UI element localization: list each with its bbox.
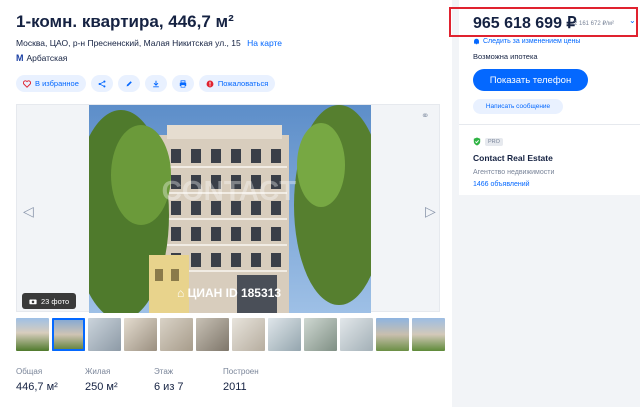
fact-built-year: Построен 2011 <box>223 367 292 393</box>
next-photo-button[interactable]: ▷ <box>425 203 436 220</box>
agent-name[interactable]: Contact Real Estate <box>473 153 553 163</box>
fact-label: Построен <box>223 367 259 376</box>
verified-shield-icon <box>473 137 481 146</box>
listing-main: 1-комн. квартира, 446,7 м² Москва, ЦАО, … <box>0 0 452 407</box>
complain-button[interactable]: Пожаловаться <box>198 75 276 92</box>
thumbnail[interactable] <box>376 318 409 351</box>
camera-icon <box>29 299 37 304</box>
thumbnail[interactable] <box>124 318 157 351</box>
prev-photo-button[interactable]: ◁ <box>23 203 34 220</box>
share-icon <box>98 80 106 87</box>
bell-icon <box>474 38 479 45</box>
map-link[interactable]: На карте <box>247 38 282 48</box>
fact-label: Жилая <box>85 367 111 376</box>
photo-count: 23 фото <box>41 296 70 306</box>
fact-value: 250 м² <box>85 381 118 393</box>
download-icon <box>153 80 159 87</box>
warning-icon <box>206 80 214 87</box>
edit-button[interactable] <box>117 75 140 92</box>
price-card: 965 618 699 ₽ 2 161 672 ₽/м² ⌄ Следить з… <box>459 0 640 195</box>
favorite-label: В избранное <box>35 79 79 88</box>
pro-badge: PRO <box>485 137 503 146</box>
thumbnail[interactable] <box>196 318 229 351</box>
cian-watermark: ⌂ ЦИАН ID 185313 <box>177 286 281 300</box>
address-text: Москва, ЦАО, р-н Пресненский, Малая Ники… <box>16 38 241 48</box>
fact-value: 446,7 м² <box>16 381 58 393</box>
sidebar: 965 618 699 ₽ 2 161 672 ₽/м² ⌄ Следить з… <box>459 0 640 407</box>
action-bar: В избранное Пожаловаться <box>16 75 276 92</box>
thumbnail[interactable] <box>160 318 193 351</box>
fact-floor: Этаж 6 из 7 <box>154 367 223 393</box>
price-value: 965 618 699 ₽ <box>473 15 577 32</box>
fact-value: 2011 <box>223 381 247 393</box>
download-button[interactable] <box>144 75 167 92</box>
fact-label: Общая <box>16 367 43 376</box>
thumbnail[interactable] <box>16 318 49 351</box>
pro-row: PRO <box>473 137 503 146</box>
building-photo: CONTACT ⌂ ЦИАН ID 185313 <box>89 105 371 313</box>
agent-card: PRO Contact Real Estate Агентство недвиж… <box>459 124 640 195</box>
thumbnail[interactable] <box>340 318 373 351</box>
thumbnail[interactable] <box>88 318 121 351</box>
pencil-icon <box>126 80 132 86</box>
metro-station: M Арбатская <box>16 53 67 63</box>
fact-value: 6 из 7 <box>154 381 184 393</box>
thumbnail[interactable] <box>232 318 265 351</box>
key-facts: Общая 446,7 м² Жилая 250 м² Этаж 6 из 7 … <box>16 367 292 393</box>
printer-icon <box>179 79 187 88</box>
agency-watermark: CONTACT <box>162 175 297 206</box>
link-icon[interactable]: ⚭ <box>421 111 429 122</box>
follow-price-link[interactable]: Следить за изменением цены <box>473 38 580 45</box>
photo-gallery: CONTACT ⌂ ЦИАН ID 185313 ◁ ▷ ⚭ 23 фото <box>16 104 440 313</box>
favorite-button[interactable]: В избранное <box>16 75 86 92</box>
fact-living-area: Жилая 250 м² <box>85 367 154 393</box>
thumbnail[interactable] <box>304 318 337 351</box>
agent-listings-link[interactable]: 1466 объявлений <box>473 181 530 188</box>
print-button[interactable] <box>171 75 194 92</box>
page-title: 1-комн. квартира, 446,7 м² <box>16 12 234 31</box>
photo-count-badge[interactable]: 23 фото <box>22 293 77 309</box>
mortgage-note: Возможна ипотека <box>473 52 538 61</box>
thumbnail[interactable] <box>52 318 85 351</box>
metro-name: Арбатская <box>26 53 68 63</box>
fact-label: Этаж <box>154 367 174 376</box>
thumbnail-strip <box>16 318 445 351</box>
address: Москва, ЦАО, р-н Пресненский, Малая Ники… <box>16 38 282 48</box>
agent-type: Агентство недвижимости <box>473 169 555 176</box>
price-per-m2: 2 161 672 ₽/м² <box>574 21 614 27</box>
share-button[interactable] <box>90 75 113 92</box>
fact-total-area: Общая 446,7 м² <box>16 367 85 393</box>
main-photo[interactable]: CONTACT ⌂ ЦИАН ID 185313 <box>89 105 371 313</box>
complain-label: Пожаловаться <box>217 79 269 88</box>
follow-price-label: Следить за изменением цены <box>483 38 581 45</box>
chevron-down-icon[interactable]: ⌄ <box>629 16 636 25</box>
thumbnail[interactable] <box>268 318 301 351</box>
show-phone-button[interactable]: Показать телефон <box>473 69 588 91</box>
heart-icon <box>23 79 31 88</box>
metro-icon: M <box>16 53 24 63</box>
thumbnail[interactable] <box>412 318 445 351</box>
write-message-button[interactable]: Написать сообщение <box>473 99 563 114</box>
